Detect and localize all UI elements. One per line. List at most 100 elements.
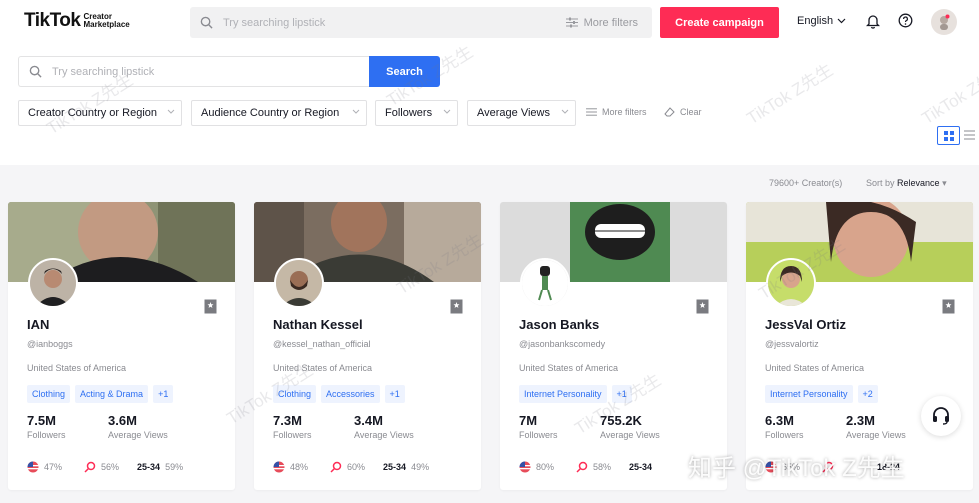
search-icon	[29, 65, 42, 78]
creator-handle: @kessel_nathan_official	[273, 339, 371, 349]
creator-handle: @jessvalortiz	[765, 339, 819, 349]
eraser-icon	[664, 107, 675, 117]
grid-icon	[943, 130, 954, 141]
category-tags: Internet Personality +1	[519, 385, 632, 403]
audience-country-stat: 47%	[27, 461, 62, 473]
category-tags: Clothing Acting & Drama +1	[27, 385, 174, 403]
us-flag-icon	[273, 461, 285, 473]
creator-avatar[interactable]	[520, 258, 570, 308]
language-label: English	[797, 15, 834, 27]
chevron-down-icon	[837, 18, 846, 24]
average-views-dropdown[interactable]: Average Views	[467, 100, 576, 126]
list-view-toggle[interactable]	[964, 130, 975, 140]
category-tag-more[interactable]: +1	[384, 385, 405, 403]
category-tags: Clothing Accessories +1	[273, 385, 405, 403]
creator-avatar[interactable]	[274, 258, 324, 308]
creator-country-dropdown[interactable]: Creator Country or Region	[18, 100, 182, 126]
audience-country-stat: 80%	[519, 461, 554, 473]
average-views-stat: 3.4M Average Views	[354, 413, 414, 440]
grid-view-toggle[interactable]	[937, 126, 960, 145]
female-icon	[84, 461, 96, 473]
us-flag-icon	[27, 461, 39, 473]
category-tag: Internet Personality	[519, 385, 607, 403]
followers-stat: 7.3M Followers	[273, 413, 312, 440]
category-tag: Clothing	[273, 385, 317, 403]
audience-gender-stat: 60%	[330, 461, 365, 473]
chevron-down-icon	[561, 109, 569, 114]
creator-handle: @jasonbankscomedy	[519, 339, 606, 349]
audience-age-stat: 25-34	[629, 462, 653, 472]
chevron-down-icon	[167, 109, 175, 114]
female-icon	[330, 461, 342, 473]
creator-card[interactable]: JessVal Ortiz @jessvalortiz United State…	[746, 202, 973, 490]
logo-subtitle: Creator Marketplace	[83, 12, 130, 29]
creator-name[interactable]: Jason Banks	[519, 317, 599, 332]
creator-card[interactable]: Jason Banks @jasonbankscomedy United Sta…	[500, 202, 727, 490]
creator-search-input[interactable]: Try searching lipstick	[18, 56, 369, 87]
female-icon	[576, 461, 588, 473]
top-search-placeholder: Try searching lipstick	[223, 16, 326, 29]
audience-age-stat: 25-34 49%	[383, 462, 430, 472]
category-tag: Internet Personality	[765, 385, 853, 403]
category-tag-more[interactable]: +2	[857, 385, 878, 403]
avatar-figure-icon	[940, 14, 950, 30]
creator-search-placeholder: Try searching lipstick	[52, 65, 155, 78]
user-avatar[interactable]	[931, 9, 957, 35]
bookmark-icon[interactable]	[696, 299, 709, 314]
audience-country-dropdown[interactable]: Audience Country or Region	[191, 100, 367, 126]
headset-icon	[933, 407, 949, 425]
creator-avatar[interactable]	[28, 258, 78, 308]
top-search-bar[interactable]: Try searching lipstick More filters	[190, 7, 652, 38]
bookmark-icon[interactable]	[204, 299, 217, 314]
us-flag-icon	[519, 461, 531, 473]
creator-avatar[interactable]	[766, 258, 816, 308]
customer-support-button[interactable]	[921, 396, 961, 436]
audience-age-stat: 25-34 59%	[137, 462, 184, 472]
average-views-stat: 3.6M Average Views	[108, 413, 168, 440]
followers-dropdown[interactable]: Followers	[375, 100, 458, 126]
category-tag: Accessories	[321, 385, 380, 403]
creator-name[interactable]: IAN	[27, 317, 49, 332]
logo-wordmark: TikTok	[24, 10, 81, 31]
create-campaign-button[interactable]: Create campaign	[660, 7, 779, 38]
audience-country-stat: 48%	[273, 461, 308, 473]
creator-country: United States of America	[519, 363, 619, 373]
bell-icon[interactable]	[866, 13, 880, 29]
top-more-filters[interactable]: More filters	[565, 17, 638, 29]
audience-gender-stat: 58%	[576, 461, 611, 473]
followers-stat: 6.3M Followers	[765, 413, 804, 440]
watermark-large: 知乎 @TikTok Z先生	[688, 455, 905, 482]
more-filters-button[interactable]: More filters	[586, 107, 647, 117]
bookmark-icon[interactable]	[450, 299, 463, 314]
search-button[interactable]: Search	[369, 56, 440, 87]
creator-card[interactable]: Nathan Kessel @kessel_nathan_official Un…	[254, 202, 481, 490]
creator-handle: @ianboggs	[27, 339, 73, 349]
category-tag-more[interactable]: +1	[611, 385, 632, 403]
language-selector[interactable]: English	[797, 15, 846, 27]
creator-name[interactable]: Nathan Kessel	[273, 317, 363, 332]
category-tag-more[interactable]: +1	[153, 385, 174, 403]
category-tag: Acting & Drama	[75, 385, 149, 403]
clear-filters-button[interactable]: Clear	[664, 107, 702, 117]
top-bar: TikTok Creator Marketplace Try searching …	[0, 0, 979, 45]
category-tags: Internet Personality +2	[765, 385, 878, 403]
average-views-stat: 755.2K Average Views	[600, 413, 660, 440]
chevron-down-icon	[443, 109, 451, 114]
bookmark-icon[interactable]	[942, 299, 955, 314]
followers-stat: 7.5M Followers	[27, 413, 66, 440]
filter-sliders-icon	[565, 17, 578, 28]
filter-sliders-icon	[586, 108, 597, 116]
audience-stats: 47% 56% 25-34 59%	[27, 461, 183, 473]
creator-card[interactable]: IAN @ianboggs United States of America C…	[8, 202, 235, 490]
followers-stat: 7M Followers	[519, 413, 558, 440]
sort-selector[interactable]: Sort by Relevance ▾	[866, 178, 947, 189]
creator-country: United States of America	[273, 363, 373, 373]
results-count: 79600+ Creator(s)	[769, 178, 843, 188]
help-icon[interactable]	[898, 13, 913, 28]
creator-name[interactable]: JessVal Ortiz	[765, 317, 846, 332]
audience-stats: 80% 58% 25-34	[519, 461, 657, 473]
tiktok-logo[interactable]: TikTok Creator Marketplace	[24, 10, 130, 32]
creator-country: United States of America	[27, 363, 127, 373]
average-views-stat: 2.3M Average Views	[846, 413, 906, 440]
category-tag: Clothing	[27, 385, 71, 403]
